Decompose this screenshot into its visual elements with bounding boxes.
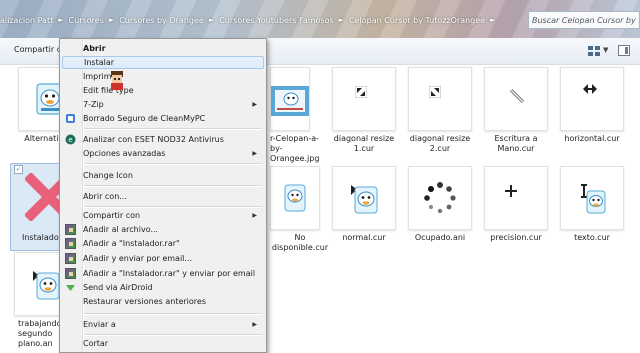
diagonal-resize-cursor-icon (429, 86, 441, 98)
cleanmypc-icon (66, 114, 75, 123)
chevron-right-icon[interactable]: ► (490, 16, 495, 24)
file-name: Ocupado.ani (414, 233, 466, 242)
preview-pane-button[interactable] (618, 45, 630, 56)
file-thumbnail (270, 67, 310, 131)
winrar-icon (65, 253, 76, 264)
winrar-icon (65, 268, 76, 279)
file-thumbnail (484, 67, 548, 131)
menu-item-change-icon[interactable]: Change Icon (62, 169, 264, 182)
chevron-down-icon[interactable]: ▼ (603, 46, 608, 54)
menu-separator (84, 313, 262, 315)
duck-cursor-icon (284, 184, 306, 212)
breadcrumb-item[interactable]: Celopan Cursor by TutozzOrangee (349, 16, 485, 25)
breadcrumb-item[interactable]: Cursores Youtubers Famosos (219, 16, 333, 25)
menu-item-advanced-options[interactable]: Opciones avanzadas ▶ (62, 147, 264, 160)
breadcrumb-item[interactable]: Cursores (69, 16, 104, 25)
menu-item-send-to[interactable]: Enviar a ▶ (62, 318, 264, 331)
file-name: texto.cur (574, 233, 610, 242)
file-name: diagonal resize 2.cur (409, 134, 471, 153)
menu-item-open-with[interactable]: Abrir con... (62, 190, 264, 203)
crosshair-cursor-icon (505, 185, 517, 197)
search-input[interactable]: Buscar Celopan Cursor by ... (528, 11, 640, 29)
winrar-icon (65, 238, 76, 249)
breadcrumb: alizacion Patt ► Cursores ► Cursores by Or… (0, 13, 501, 27)
menu-item-add-to-archive[interactable]: Añadir al archivo... (62, 223, 264, 236)
menu-separator (84, 128, 262, 130)
menu-separator (84, 185, 262, 187)
menu-separator (84, 163, 262, 165)
menu-item-edit-file-type[interactable]: Edit file type (62, 84, 264, 97)
duck-arrow-cursor-icon (33, 271, 60, 300)
file-thumbnail (484, 166, 548, 230)
busy-spinner-icon (424, 182, 456, 214)
menu-item-cut[interactable]: Cortar (62, 337, 264, 350)
horizontal-resize-cursor-icon (583, 84, 597, 94)
file-thumbnail (332, 67, 396, 131)
text-cursor-icon (581, 184, 606, 214)
chevron-right-icon[interactable]: ► (209, 16, 214, 24)
file-name: horizontal.cur (564, 134, 620, 143)
menu-item-cleanmypc[interactable]: Borrado Seguro de CleanMyPC (62, 112, 264, 125)
menu-item-install[interactable]: Instalar (62, 56, 264, 69)
file-thumbnail (560, 67, 624, 131)
menu-item-airdroid[interactable]: Send via AirDroid (62, 281, 264, 294)
address-bar: alizacion Patt ► Cursores ► Cursores by Or… (0, 0, 640, 38)
file-name: r-Celopan-a-by-Orangee.jpg (270, 134, 320, 163)
breadcrumb-item[interactable]: Cursores by Orangee (119, 16, 204, 25)
menu-separator (84, 334, 262, 336)
svg-text:e: e (68, 136, 72, 144)
file-thumbnail (408, 67, 472, 131)
file-name: No disponible.cur (271, 233, 329, 252)
menu-item-restore-versions[interactable]: Restaurar versiones anteriores (62, 295, 264, 308)
file-name: precision.cur (490, 233, 542, 242)
view-options-icon[interactable] (588, 46, 600, 56)
chevron-right-icon[interactable]: ► (109, 16, 114, 24)
file-name: normal.cur (342, 233, 386, 242)
menu-item-add-to-rar[interactable]: Añadir a "Instalador.rar" (62, 237, 264, 250)
context-menu: Abrir Instalar Imprimir Edit file type 7… (59, 38, 267, 353)
file-thumbnail (270, 166, 320, 230)
file-name: diagonal resize 1.cur (333, 134, 395, 153)
avatar-sticker-icon (111, 71, 123, 90)
pen-cursor-icon (509, 88, 525, 104)
menu-item-7zip[interactable]: 7-Zip ▶ (62, 98, 264, 111)
image-preview-icon (271, 86, 309, 116)
breadcrumb-item[interactable]: alizacion Patt (0, 16, 53, 25)
winrar-icon (65, 224, 76, 235)
submenu-arrow-icon: ▶ (252, 321, 257, 328)
search-placeholder: Buscar Celopan Cursor by ... (532, 15, 640, 25)
chevron-right-icon[interactable]: ► (339, 16, 344, 24)
submenu-arrow-icon: ▶ (252, 150, 257, 157)
menu-separator (84, 206, 262, 208)
menu-item-eset-scan[interactable]: e Analizar con ESET NOD32 Antivirus (62, 133, 264, 146)
menu-item-share-with[interactable]: Compartir con ▶ (62, 209, 264, 222)
airdroid-icon (66, 285, 75, 291)
eset-icon: e (65, 134, 76, 145)
chevron-right-icon[interactable]: ► (58, 16, 63, 24)
file-thumbnail (332, 166, 396, 230)
menu-item-add-to-rar-and-email[interactable]: Añadir a "Instalador.rar" y enviar por e… (62, 267, 264, 280)
menu-item-print[interactable]: Imprimir (62, 70, 264, 83)
diagonal-resize-cursor-icon (355, 86, 367, 98)
submenu-arrow-icon: ▶ (252, 101, 257, 108)
duck-arrow-cursor-icon (351, 185, 378, 214)
menu-item-open[interactable]: Abrir (62, 42, 264, 55)
file-thumbnail (408, 166, 472, 230)
file-name: Escritura a Mano.cur (494, 134, 538, 153)
submenu-arrow-icon: ▶ (252, 212, 257, 219)
file-thumbnail (560, 166, 624, 230)
menu-item-add-and-email[interactable]: Añadir y enviar por email... (62, 252, 264, 265)
